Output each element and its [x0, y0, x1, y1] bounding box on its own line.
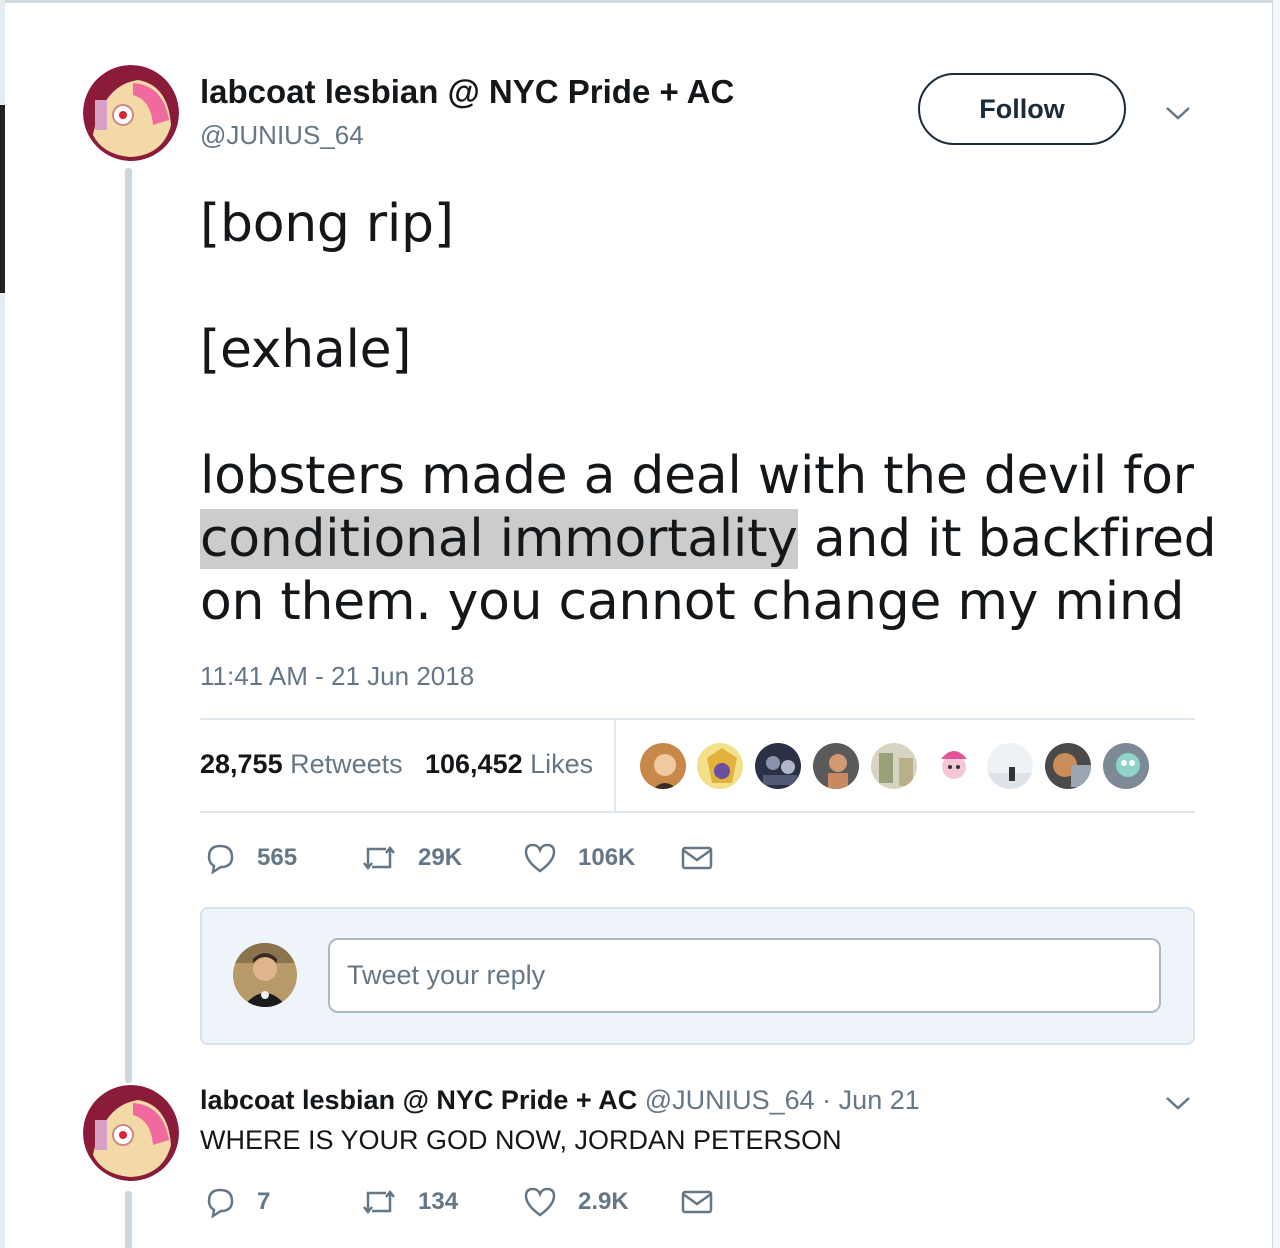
reply-author-avatar[interactable]: [83, 1085, 179, 1181]
author-avatar[interactable]: [83, 65, 179, 161]
divider: [200, 811, 1195, 813]
liker-avatar[interactable]: [695, 741, 745, 791]
chevron-down-icon[interactable]: [1163, 103, 1193, 123]
chevron-down-icon[interactable]: [1163, 1093, 1193, 1113]
retweet-count: 134: [418, 1188, 459, 1215]
tweet-text-line: conditional immortality and it backfired: [200, 508, 1217, 571]
liker-avatar[interactable]: [1043, 741, 1093, 791]
tweet-text-line: on them. you cannot change my mind: [200, 572, 1185, 632]
envelope-icon: [681, 846, 713, 870]
reply-count: 7: [257, 1188, 271, 1215]
like-count: 2.9K: [578, 1188, 629, 1215]
heart-icon: [524, 1187, 556, 1217]
direct-message-action[interactable]: [680, 1185, 734, 1219]
tweet-text: [bong rip] [exhale] lobsters made a deal…: [200, 193, 1217, 634]
reply-action[interactable]: 565: [203, 841, 297, 875]
likes-count: 106,452: [425, 749, 523, 779]
heart-icon: [524, 843, 556, 873]
like-count: 106K: [578, 844, 636, 871]
retweet-action[interactable]: 134: [360, 1185, 458, 1219]
like-action[interactable]: 2.9K: [522, 1185, 629, 1219]
follow-button[interactable]: Follow: [918, 73, 1126, 145]
reply-meta[interactable]: @JUNIUS_64 · Jun 21: [645, 1085, 920, 1115]
background-page-edge: [1272, 0, 1280, 1248]
tweet-text-line: [exhale]: [200, 320, 412, 380]
like-action[interactable]: 106K: [522, 841, 635, 875]
divider: [614, 720, 616, 811]
liker-avatar[interactable]: [869, 741, 919, 791]
liker-avatar[interactable]: [985, 741, 1035, 791]
divider: [200, 718, 1195, 720]
retweet-icon: [363, 1189, 395, 1215]
liker-avatar[interactable]: [927, 741, 977, 791]
reply-count: 565: [257, 844, 298, 871]
tweet-timestamp[interactable]: 11:41 AM - 21 Jun 2018: [200, 661, 474, 692]
reply-text: WHERE IS YOUR GOD NOW, JORDAN PETERSON: [200, 1125, 842, 1155]
retweet-action[interactable]: 29K: [360, 841, 462, 875]
retweet-count: 29K: [418, 844, 463, 871]
reply-icon: [207, 1188, 234, 1219]
highlighted-selection: conditional immortality: [200, 509, 798, 569]
direct-message-action[interactable]: [680, 841, 734, 875]
liker-avatar[interactable]: [753, 741, 803, 791]
reply-action[interactable]: 7: [203, 1185, 270, 1219]
current-user-avatar: [233, 943, 297, 1007]
retweets-count: 28,755: [200, 749, 283, 779]
tweet-text-line: lobsters made a deal with the devil for: [200, 446, 1194, 506]
liker-avatar[interactable]: [1101, 741, 1151, 791]
tweet-text-line: [bong rip]: [200, 194, 454, 254]
tweet-modal: labcoat lesbian @ NYC Pride + AC @JUNIUS…: [5, 3, 1272, 1248]
reply-header: labcoat lesbian @ NYC Pride + AC @JUNIUS…: [200, 1085, 920, 1116]
reply-input[interactable]: Tweet your reply: [328, 938, 1161, 1013]
author-name[interactable]: labcoat lesbian @ NYC Pride + AC: [200, 73, 734, 111]
retweets-label: Retweets: [290, 749, 403, 779]
retweets-stat[interactable]: 28,755 Retweets: [200, 749, 403, 780]
reply-icon: [207, 844, 234, 875]
reply-author-name[interactable]: labcoat lesbian @ NYC Pride + AC: [200, 1085, 637, 1115]
likes-label: Likes: [530, 749, 594, 779]
thread-line: [125, 1191, 132, 1248]
thread-line: [125, 168, 132, 1083]
author-handle[interactable]: @JUNIUS_64: [200, 120, 364, 151]
liker-avatar[interactable]: [638, 741, 688, 791]
liker-avatar[interactable]: [811, 741, 861, 791]
retweet-icon: [363, 845, 395, 871]
likes-stat[interactable]: 106,452 Likes: [425, 749, 593, 780]
envelope-icon: [681, 1190, 713, 1214]
tweet-text-fragment: and it backfired: [797, 509, 1217, 569]
